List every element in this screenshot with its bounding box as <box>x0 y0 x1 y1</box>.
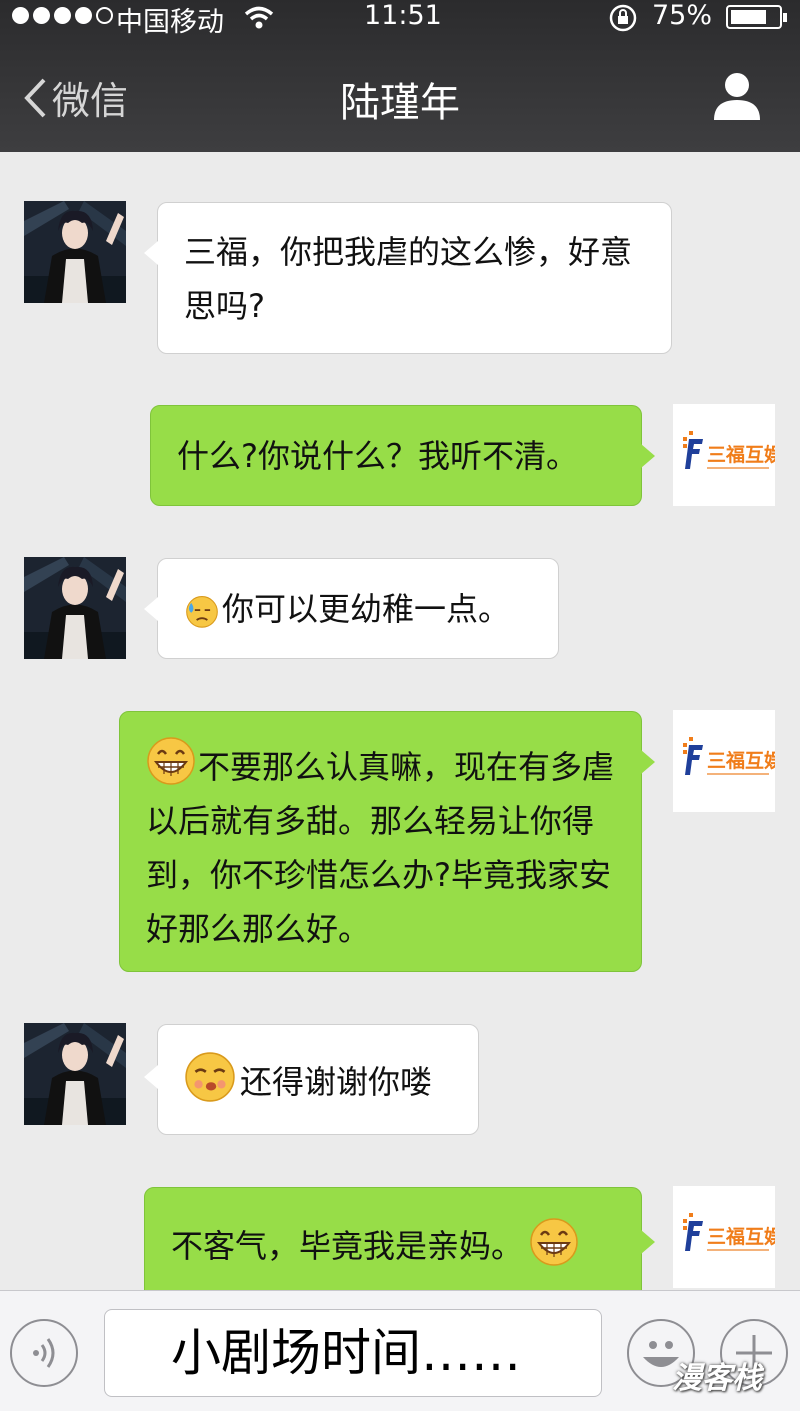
message-text: 三福，你把我虐的这么惨，好意思吗? <box>184 233 633 325</box>
message-bubble-outgoing[interactable]: 什么?你说什么？我听不清。 <box>150 405 655 506</box>
message-text: 什么?你说什么？我听不清。 <box>177 437 578 475</box>
message-text: 不要那么认真嘛，现在有多虐以后就有多甜。那么轻易让你得到，你不珍惜怎么办?毕竟我… <box>146 748 615 948</box>
input-bar: 小剧场时间…… 漫客栈 <box>0 1290 800 1411</box>
grin-icon <box>529 1217 579 1267</box>
message-input[interactable]: 小剧场时间…… <box>104 1309 602 1397</box>
sanfu-logo <box>673 404 775 506</box>
status-bar: 中国移动 11:51 75% <box>0 0 800 39</box>
top-bar: 中国移动 11:51 75% 微信 陆瑾年 <box>0 0 800 152</box>
message-bubble-incoming[interactable]: 还得谢谢你喽 <box>144 1024 479 1135</box>
contact-avatar[interactable] <box>24 557 126 659</box>
battery-icon <box>726 5 787 29</box>
voice-button[interactable] <box>10 1319 78 1387</box>
rotation-lock-icon <box>608 4 638 39</box>
chat-title: 陆瑾年 <box>340 80 460 126</box>
contact-avatar[interactable] <box>24 1023 126 1125</box>
status-time: 11:51 <box>364 0 442 31</box>
grin-icon <box>146 736 196 786</box>
contact-avatar[interactable] <box>24 201 126 303</box>
smirk-icon <box>184 1051 236 1103</box>
signal-strength-icon <box>12 7 113 24</box>
my-avatar[interactable] <box>673 404 775 506</box>
message-text: 还得谢谢你喽 <box>240 1063 433 1101</box>
watermark: 漫客栈 <box>672 1361 762 1396</box>
chat-screen: 中国移动 11:51 75% 微信 陆瑾年 三福，你把我虐的这么惨，好意思吗? … <box>0 0 800 1411</box>
message-bubble-incoming[interactable]: 你可以更幼稚一点。 <box>144 558 559 659</box>
sanfu-logo <box>673 1186 775 1288</box>
message-text: 不客气，毕竟我是亲妈。 <box>171 1227 524 1265</box>
sanfu-logo <box>673 710 775 812</box>
voice-icon <box>33 1338 55 1368</box>
my-avatar[interactable] <box>673 710 775 812</box>
person-icon <box>714 73 760 120</box>
battery-percent: 75% <box>652 0 713 31</box>
sweat-icon <box>184 593 220 629</box>
message-bubble-incoming[interactable]: 三福，你把我虐的这么惨，好意思吗? <box>144 202 672 354</box>
message-text: 你可以更幼稚一点。 <box>222 590 511 628</box>
carrier-name: 中国移动 <box>116 7 224 38</box>
battery-fill <box>731 10 766 24</box>
profile-button[interactable] <box>712 70 762 124</box>
message-bubble-outgoing[interactable]: 不要那么认真嘛，现在有多虐以后就有多甜。那么轻易让你得到，你不珍惜怎么办?毕竟我… <box>119 711 655 972</box>
my-avatar[interactable] <box>673 1186 775 1288</box>
wifi-icon <box>244 6 274 37</box>
